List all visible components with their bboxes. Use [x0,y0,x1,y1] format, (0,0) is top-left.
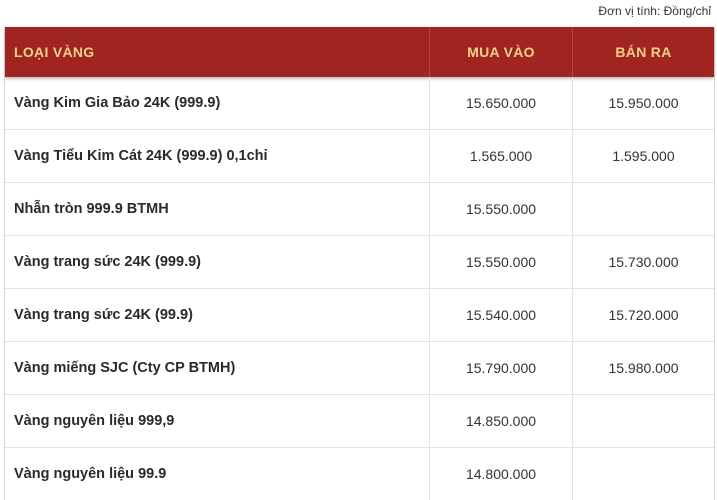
gold-price-table: LOẠI VÀNG MUA VÀO BÁN RA Vàng Kim Gia Bả… [4,27,715,500]
header-sell: BÁN RA [615,44,672,60]
buy-price-cell: 15.650.000 [430,77,573,129]
table-header-row: LOẠI VÀNG MUA VÀO BÁN RA [5,27,714,77]
table-row: Vàng nguyên liệu 99.9 14.800.000 [5,448,714,500]
gold-type-cell: Vàng Kim Gia Bảo 24K (999.9) [5,77,430,129]
table-row: Vàng trang sức 24K (99.9) 15.540.000 15.… [5,289,714,342]
sell-price-cell: 15.730.000 [608,254,679,270]
buy-price-cell: 14.800.000 [430,448,573,500]
gold-type-cell: Vàng Tiểu Kim Cát 24K (999.9) 0,1chỉ [5,130,430,182]
gold-type-cell: Vàng nguyên liệu 999,9 [5,395,430,447]
sell-price-cell: 15.950.000 [608,95,679,111]
buy-price-cell: 15.550.000 [430,236,573,288]
header-buy: MUA VÀO [430,27,573,77]
gold-type-cell: Vàng nguyên liệu 99.9 [5,448,430,500]
sell-price-cell [573,183,714,235]
sell-price-cell [573,448,714,500]
sell-price-cell: 15.980.000 [608,360,679,376]
sell-price-cell: 1.595.000 [612,148,675,164]
buy-price-cell: 15.790.000 [430,342,573,394]
gold-type-cell: Nhẫn tròn 999.9 BTMH [5,183,430,235]
buy-price-cell: 14.850.000 [430,395,573,447]
unit-note: Đơn vị tính: Đồng/chỉ [598,4,711,18]
buy-price-cell: 15.540.000 [430,289,573,341]
table-row: Nhẫn tròn 999.9 BTMH 15.550.000 [5,183,714,236]
header-gold-type: LOẠI VÀNG [5,27,430,77]
buy-price-cell: 1.565.000 [430,130,573,182]
sell-price-cell [573,395,714,447]
table-row: Vàng miếng SJC (Cty CP BTMH) 15.790.000 … [5,342,714,395]
gold-type-cell: Vàng miếng SJC (Cty CP BTMH) [5,342,430,394]
table-row: Vàng trang sức 24K (999.9) 15.550.000 15… [5,236,714,289]
table-row: Vàng nguyên liệu 999,9 14.850.000 [5,395,714,448]
table-row: Vàng Tiểu Kim Cát 24K (999.9) 0,1chỉ 1.5… [5,130,714,183]
gold-type-cell: Vàng trang sức 24K (99.9) [5,289,430,341]
gold-price-page: Đơn vị tính: Đồng/chỉ LOẠI VÀNG MUA VÀO … [0,0,717,500]
sell-price-cell: 15.720.000 [608,307,679,323]
table-row: Vàng Kim Gia Bảo 24K (999.9) 15.650.000 … [5,77,714,130]
gold-type-cell: Vàng trang sức 24K (999.9) [5,236,430,288]
buy-price-cell: 15.550.000 [430,183,573,235]
